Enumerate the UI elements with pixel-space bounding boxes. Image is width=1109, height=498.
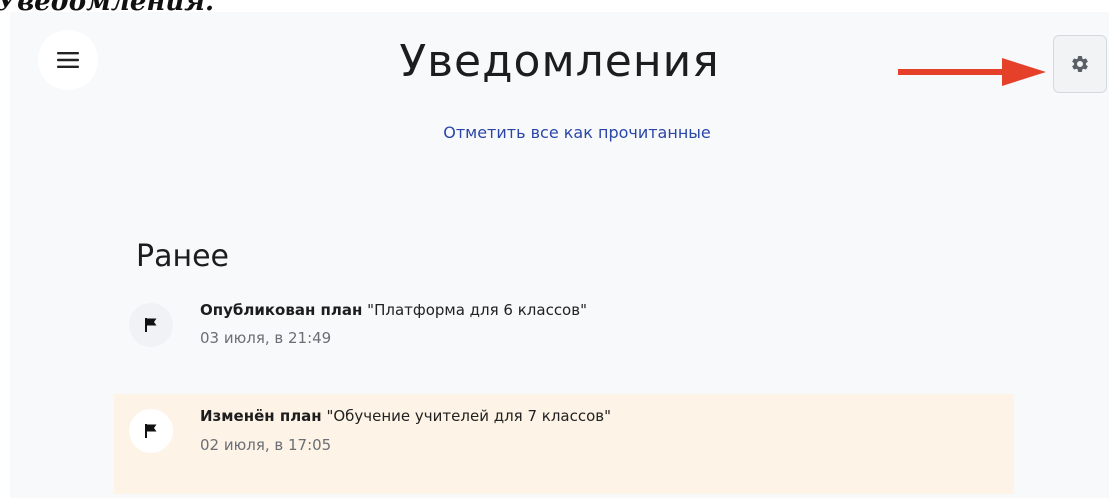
settings-button[interactable]	[1053, 35, 1107, 93]
notification-object: "Обучение учителей для 7 классов"	[326, 407, 612, 425]
notification-action: Опубликован план	[200, 301, 363, 319]
notification-item-highlighted[interactable]: Изменён план "Обучение учителей для 7 кл…	[114, 394, 1014, 494]
notification-action: Изменён план	[200, 407, 322, 425]
cropped-heading-fragment: Уведомления.	[0, 0, 1109, 11]
section-title: Ранее	[136, 239, 230, 274]
notification-time: 03 июля, в 21:49	[200, 329, 332, 347]
notification-icon-wrap	[129, 303, 173, 347]
notification-text: Опубликован план "Платформа для 6 классо…	[200, 301, 587, 319]
red-arrow-annotation	[898, 58, 1046, 86]
notification-text: Изменён план "Обучение учителей для 7 кл…	[200, 407, 611, 425]
gear-icon	[1072, 55, 1088, 72]
flag-icon	[145, 318, 157, 332]
cropped-heading-text: Уведомления.	[0, 0, 214, 11]
notifications-page: Уведомления Отметить все как прочитанные…	[10, 12, 1109, 498]
mark-all-read-link[interactable]: Отметить все как прочитанные	[10, 123, 1109, 142]
notification-time: 02 июля, в 17:05	[200, 436, 332, 454]
notification-object: "Платформа для 6 классов"	[367, 301, 587, 319]
notification-item[interactable]: Опубликован план "Платформа для 6 классо…	[114, 290, 1014, 390]
notification-icon-wrap	[129, 409, 173, 453]
flag-icon	[145, 424, 157, 438]
